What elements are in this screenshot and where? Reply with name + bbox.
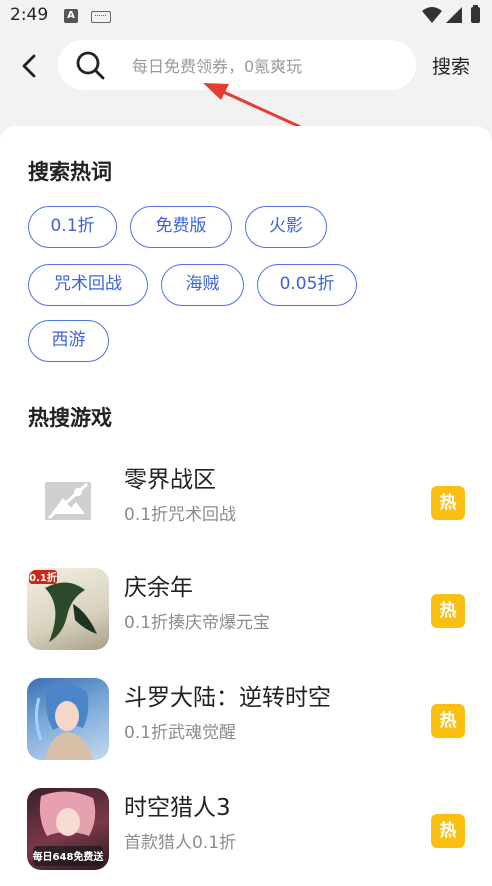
status-time: 2:49 <box>10 5 49 25</box>
game-desc: 首款猎人0.1折 <box>124 833 237 853</box>
game-item-douluo[interactable]: 斗罗大陆：逆转时空 0.1折武魂觉醒 热 <box>0 672 492 768</box>
tag-item[interactable]: 0.1折 <box>28 206 117 248</box>
hot-badge: 热 <box>431 594 465 628</box>
battery-icon <box>471 5 480 23</box>
hot-games-title: 热搜游戏 <box>28 406 112 430</box>
game-desc: 0.1折揍庆帝爆元宝 <box>124 613 271 633</box>
back-arrow-icon[interactable] <box>14 50 44 82</box>
content-panel: 搜索热词 0.1折 免费版 火影 咒术回战 海贼 0.05折 西游 热搜游戏 零… <box>0 126 492 886</box>
tag-item[interactable]: 0.05折 <box>257 264 357 306</box>
status-bar: 2:49 A <box>0 0 492 34</box>
game-icon <box>27 678 109 760</box>
game-name: 时空猎人3 <box>124 795 231 821</box>
game-icon: 0.1折 <box>27 568 109 650</box>
keyboard-icon <box>91 11 111 23</box>
wifi-icon <box>422 7 442 23</box>
game-name: 斗罗大陆：逆转时空 <box>124 685 331 711</box>
game-icon-label: 0.1折 <box>29 571 57 584</box>
game-desc: 0.1折咒术回战 <box>124 505 237 525</box>
search-button[interactable]: 搜索 <box>432 52 470 79</box>
search-input[interactable] <box>130 52 404 80</box>
hot-badge: 热 <box>431 704 465 738</box>
image-placeholder-icon <box>27 460 109 542</box>
game-icon-label: 每日648免费送 <box>33 850 105 863</box>
game-name: 庆余年 <box>124 575 193 601</box>
hot-badge: 热 <box>431 486 465 520</box>
tag-item[interactable]: 海贼 <box>161 264 244 306</box>
game-item-shikong[interactable]: 每日648免费送 时空猎人3 首款猎人0.1折 热 <box>0 782 492 878</box>
search-box[interactable] <box>58 40 416 90</box>
hot-badge: 热 <box>431 814 465 848</box>
tag-item[interactable]: 西游 <box>28 320 109 362</box>
game-item-lingjie[interactable]: 零界战区 0.1折咒术回战 热 <box>0 454 492 550</box>
game-name: 零界战区 <box>124 467 216 493</box>
game-item-qingyunian[interactable]: 0.1折 庆余年 0.1折揍庆帝爆元宝 热 <box>0 562 492 658</box>
tag-item[interactable]: 火影 <box>245 206 327 248</box>
game-icon: 每日648免费送 <box>27 788 109 870</box>
search-icon <box>76 51 105 80</box>
search-header: 搜索 <box>0 34 492 98</box>
tag-item[interactable]: 咒术回战 <box>28 264 148 306</box>
signal-icon <box>446 7 462 23</box>
tag-item[interactable]: 免费版 <box>130 206 232 248</box>
hot-words-title: 搜索热词 <box>28 160 112 184</box>
input-method-icon: A <box>64 9 78 23</box>
game-desc: 0.1折武魂觉醒 <box>124 723 237 743</box>
